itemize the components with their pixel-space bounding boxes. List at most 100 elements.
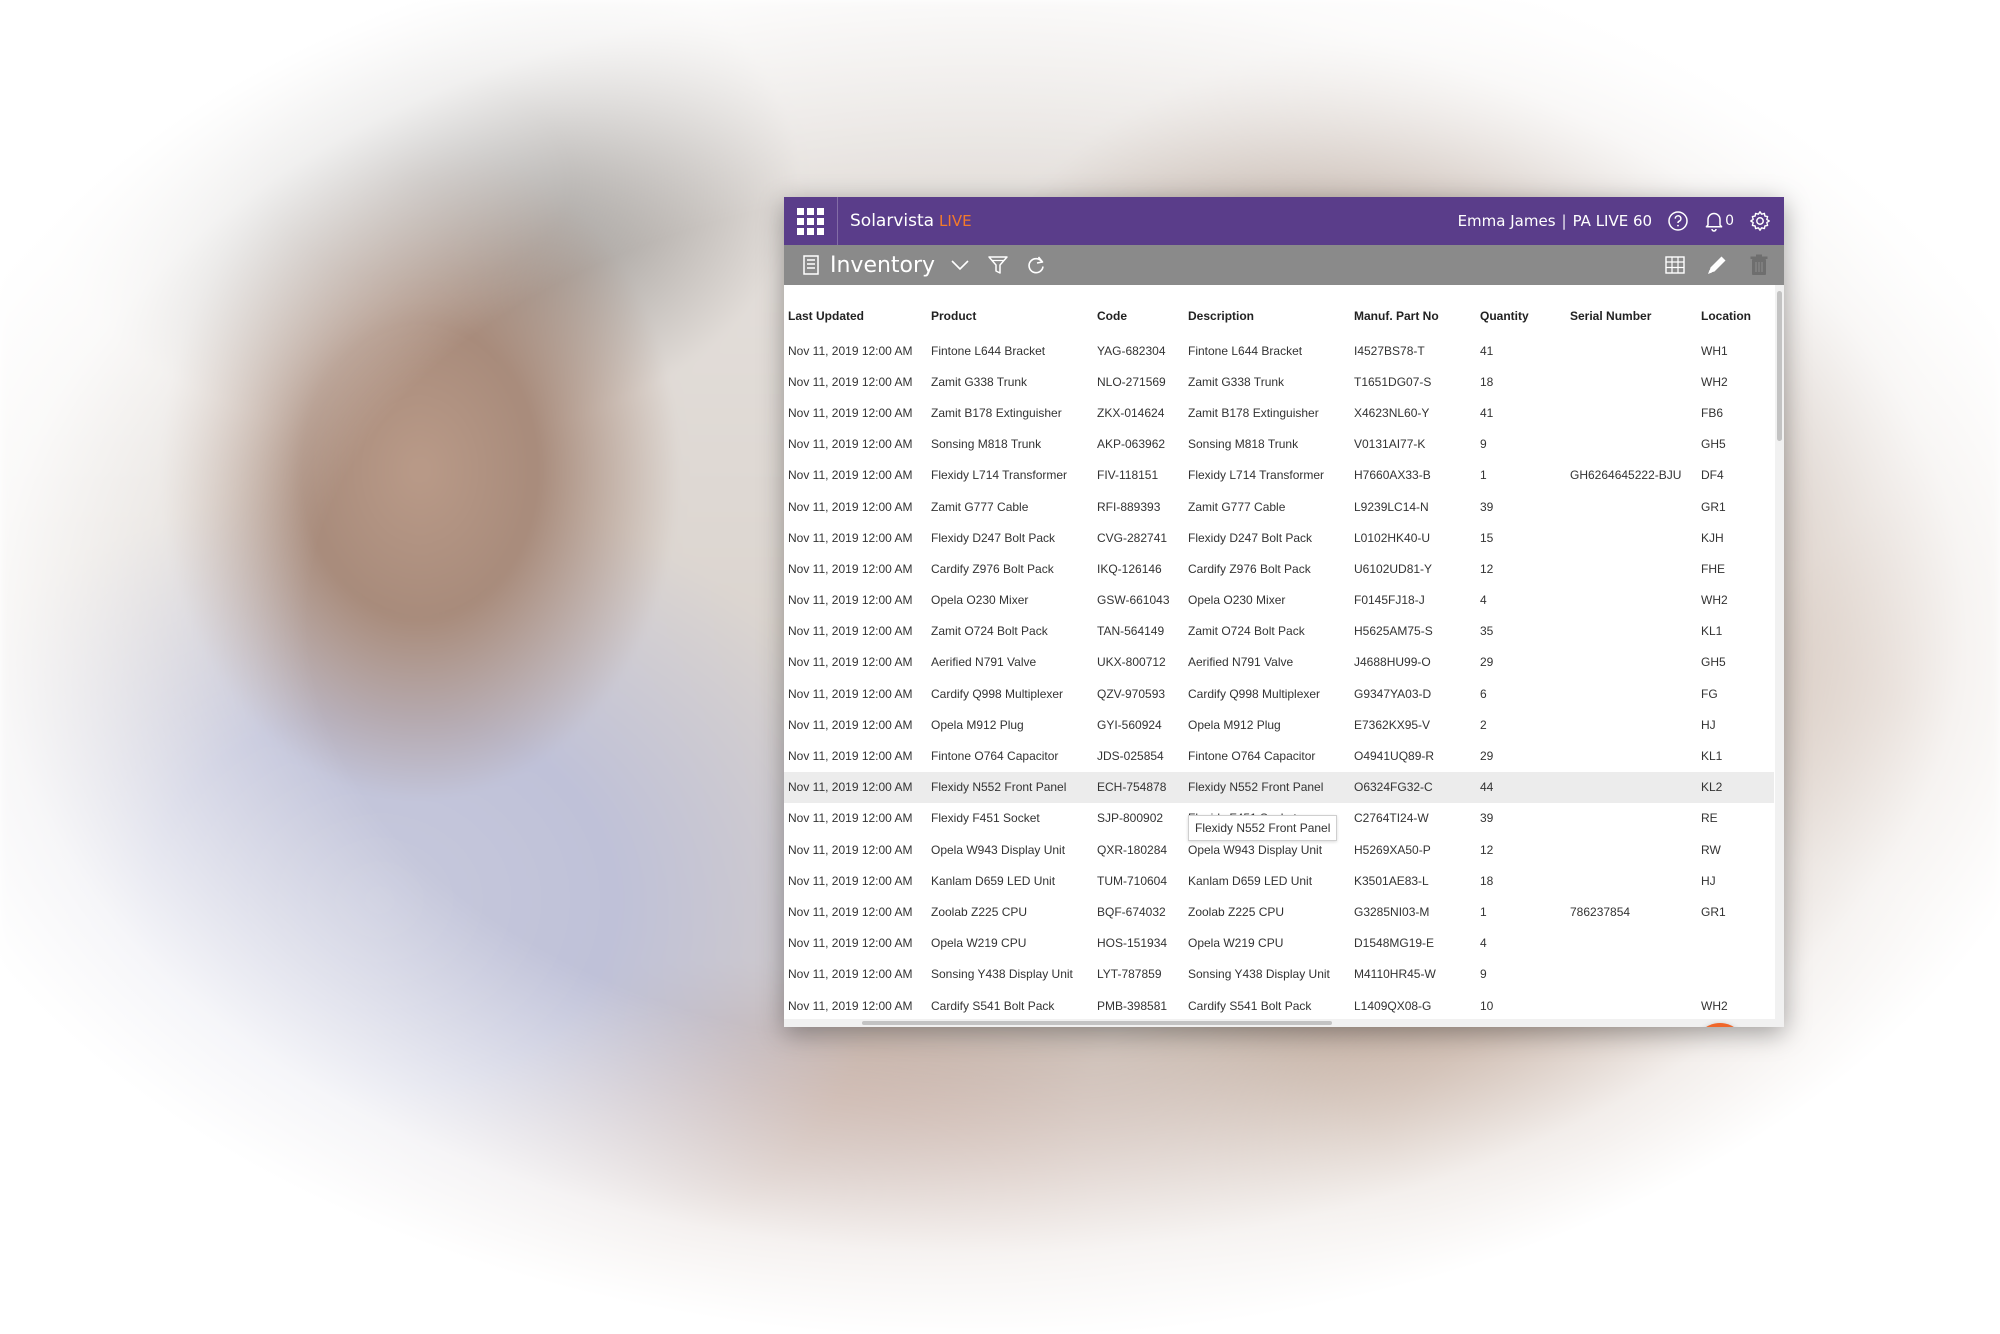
chevron-down-icon — [951, 260, 969, 271]
cell-location: GR1 — [1701, 904, 1726, 919]
cell-last-updated: Nov 11, 2019 12:00 AM — [788, 998, 913, 1013]
cell-serial-number — [1566, 771, 1697, 803]
cell-code: HOS-151934 — [1097, 936, 1168, 951]
filter-button[interactable] — [985, 252, 1011, 278]
cell-serial-number — [1566, 678, 1697, 709]
cell-serial-number — [1566, 335, 1697, 366]
cell-description: Cardify S541 Bolt Pack — [1188, 998, 1312, 1013]
table-row[interactable]: Nov 11, 2019 12:00 AM Zoolab Z225 CPU BQF-… — [784, 896, 1774, 927]
refresh-button[interactable] — [1023, 252, 1049, 278]
table-row[interactable]: Nov 11, 2019 12:00 AM Cardify S541 Bolt P… — [784, 990, 1774, 1021]
view-selector-button[interactable] — [947, 252, 973, 278]
cell-quantity: 41 — [1480, 405, 1494, 420]
brand-suffix: LIVE — [939, 212, 972, 230]
column-header-quantity[interactable]: Quantity — [1476, 285, 1566, 335]
table-row[interactable]: Nov 11, 2019 12:00 AM Aerified N791 Valve… — [784, 647, 1774, 678]
cell-product: Zamit B178 Extinguisher — [931, 405, 1062, 420]
cell-quantity: 18 — [1480, 374, 1494, 389]
table-row[interactable]: Nov 11, 2019 12:00 AM Fintone L644 Bracke… — [784, 335, 1774, 366]
table-row[interactable]: Nov 11, 2019 12:00 AM Zamit G338 Trunk NLO… — [784, 366, 1774, 397]
table-body: Nov 11, 2019 12:00 AM Fintone L644 Bracke… — [784, 335, 1774, 1021]
table-row[interactable]: Nov 11, 2019 12:00 AM Flexidy D247 Bolt P… — [784, 522, 1774, 553]
cell-code: GYI-560924 — [1097, 717, 1162, 732]
cell-product: Flexidy F451 Socket — [931, 811, 1040, 826]
user-menu[interactable]: Emma James | PA LIVE 60 — [1458, 212, 1653, 230]
app-launcher-button[interactable] — [784, 197, 838, 245]
column-header-product[interactable]: Product — [927, 285, 1093, 335]
table-row[interactable]: Nov 11, 2019 12:00 AM Flexidy L714 Transf… — [784, 460, 1774, 491]
bell-icon — [1705, 212, 1723, 232]
cell-manuf-part-no: G9347YA03-D — [1354, 686, 1432, 701]
cell-manuf-part-no: V0131AI77-K — [1354, 437, 1426, 452]
grid-view-button[interactable] — [1662, 252, 1688, 278]
cell-location: KL1 — [1701, 749, 1723, 764]
table-row[interactable]: Nov 11, 2019 12:00 AM Zamit O724 Bolt Pac… — [784, 616, 1774, 647]
cell-location: FHE — [1701, 561, 1725, 576]
cell-quantity: 41 — [1480, 343, 1494, 358]
cell-description: Fintone L644 Bracket — [1188, 343, 1303, 358]
cell-description: Zamit B178 Extinguisher — [1188, 405, 1319, 420]
table-row[interactable]: Nov 11, 2019 12:00 AM Zamit G777 Cable RFI… — [784, 491, 1774, 522]
horizontal-scroll-thumb[interactable] — [862, 1021, 1332, 1025]
cell-location: KJH — [1701, 530, 1724, 545]
column-header-location[interactable]: Location — [1697, 285, 1774, 335]
edit-button[interactable] — [1704, 252, 1730, 278]
cell-code: FIV-118151 — [1097, 468, 1159, 483]
cell-code: CVG-282741 — [1097, 530, 1168, 545]
table-row[interactable]: Nov 11, 2019 12:00 AM Fintone O764 Capaci… — [784, 740, 1774, 771]
cell-quantity: 12 — [1480, 842, 1494, 857]
notifications-button[interactable]: 0 — [1704, 207, 1734, 235]
table-row[interactable]: Nov 11, 2019 12:00 AM Opela M912 Plug GYI-… — [784, 709, 1774, 740]
cell-description: Sonsing Y438 Display Unit — [1188, 967, 1330, 982]
cell-location — [1697, 959, 1774, 990]
table-row[interactable]: Nov 11, 2019 12:00 AM Sonsing M818 Trunk A… — [784, 429, 1774, 460]
vertical-scroll-thumb[interactable] — [1777, 291, 1782, 441]
cell-location: HJ — [1701, 717, 1716, 732]
cell-code: QXR-180284 — [1097, 842, 1168, 857]
cell-serial-number — [1566, 366, 1697, 397]
cell-manuf-part-no: O6324FG32-C — [1350, 771, 1476, 803]
cell-last-updated: Nov 11, 2019 12:00 AM — [788, 405, 913, 420]
cell-code: UKX-800712 — [1097, 655, 1166, 670]
vertical-scrollbar[interactable] — [1775, 285, 1784, 1027]
table-row[interactable]: Nov 11, 2019 12:00 AM Sonsing Y438 Displa… — [784, 959, 1774, 990]
horizontal-scrollbar[interactable] — [784, 1019, 1775, 1027]
cell-last-updated: Nov 11, 2019 12:00 AM — [784, 771, 927, 803]
delete-button[interactable] — [1746, 252, 1772, 278]
cell-quantity: 4 — [1480, 936, 1487, 951]
column-header-code[interactable]: Code — [1093, 285, 1184, 335]
edit-icon — [1708, 256, 1726, 274]
cell-manuf-part-no: I4527BS78-T — [1354, 343, 1425, 358]
cell-product: Flexidy N552 Front Panel — [927, 771, 1093, 803]
column-header-description[interactable]: Description — [1184, 285, 1350, 335]
table-row[interactable]: Nov 11, 2019 12:00 AM Zamit B178 Extingui… — [784, 397, 1774, 428]
cell-quantity: 15 — [1480, 530, 1494, 545]
table-row[interactable]: Nov 11, 2019 12:00 AM Opela O230 Mixer GSW… — [784, 585, 1774, 616]
cell-manuf-part-no: L0102HK40-U — [1354, 530, 1431, 545]
table-row[interactable]: Nov 11, 2019 12:00 AM Cardify Q998 Multip… — [784, 678, 1774, 709]
filter-icon — [988, 256, 1008, 274]
cell-manuf-part-no: D1548MG19-E — [1354, 936, 1435, 951]
cell-serial-number — [1566, 397, 1697, 428]
cell-location: RE — [1701, 811, 1718, 826]
cell-serial-number — [1566, 834, 1697, 865]
help-button[interactable] — [1664, 207, 1692, 235]
table-row[interactable]: Nov 11, 2019 12:00 AM Kanlam D659 LED Uni… — [784, 865, 1774, 896]
column-header-last-updated[interactable]: Last Updated — [784, 285, 927, 335]
app-window: Solarvista LIVE Emma James | PA LIVE 60 — [784, 197, 1784, 1027]
cell-product: Zoolab Z225 CPU — [931, 904, 1028, 919]
cell-description: Opela M912 Plug — [1188, 717, 1281, 732]
cell-quantity: 44 — [1476, 771, 1566, 803]
column-header-manuf-part-no[interactable]: Manuf. Part No — [1350, 285, 1476, 335]
refresh-icon — [1028, 256, 1044, 274]
settings-button[interactable] — [1746, 207, 1774, 235]
cell-code: RFI-889393 — [1097, 499, 1161, 514]
cell-serial-number — [1566, 553, 1697, 584]
table-row[interactable]: Nov 11, 2019 12:00 AM Flexidy N552 Front … — [784, 771, 1774, 803]
cell-product: Cardify Z976 Bolt Pack — [931, 561, 1054, 576]
table-row[interactable]: Nov 11, 2019 12:00 AM Cardify Z976 Bolt P… — [784, 553, 1774, 584]
column-header-serial-number[interactable]: Serial Number — [1566, 285, 1697, 335]
page-title: Inventory — [830, 252, 936, 278]
cell-code: GSW-661043 — [1097, 593, 1170, 608]
table-row[interactable]: Nov 11, 2019 12:00 AM Opela W219 CPU HOS-1… — [784, 928, 1774, 959]
